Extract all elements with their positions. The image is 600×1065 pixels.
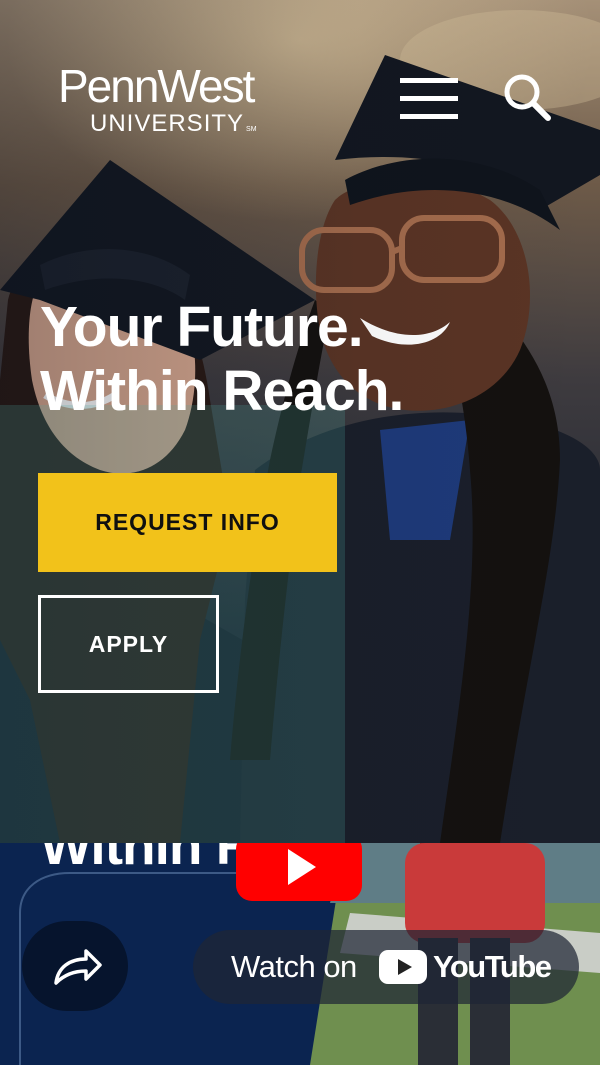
request-info-button[interactable]: REQUEST INFO bbox=[38, 473, 337, 572]
watch-on-label: Watch on bbox=[231, 949, 357, 984]
menu-bar-top bbox=[400, 78, 458, 83]
hero-section: PennWest UNIVERSITY SM Your Future. Withi… bbox=[0, 0, 600, 843]
pennwest-logo[interactable]: PennWest UNIVERSITY SM bbox=[58, 60, 257, 137]
search-icon[interactable] bbox=[502, 72, 552, 122]
menu-bar-bottom bbox=[400, 114, 458, 119]
logo-university-text: UNIVERSITY bbox=[90, 110, 245, 137]
logo-subtitle: UNIVERSITY SM bbox=[90, 111, 257, 143]
menu-bar-middle bbox=[400, 96, 458, 101]
play-icon bbox=[288, 849, 316, 885]
hero-headline: Your Future. Within Reach. bbox=[40, 295, 404, 423]
search-icon-graphic bbox=[504, 74, 551, 121]
logo-service-mark: SM bbox=[246, 126, 257, 133]
share-button[interactable] bbox=[22, 921, 128, 1011]
play-button[interactable] bbox=[236, 843, 362, 901]
share-arrow-icon bbox=[54, 949, 102, 985]
youtube-logo-icon bbox=[379, 950, 427, 984]
headline-line-1: Your Future. bbox=[40, 295, 364, 359]
headline-line-2: Within Reach. bbox=[40, 359, 404, 423]
logo-wordmark: PennWest bbox=[58, 60, 255, 112]
youtube-video-embed[interactable]: Within Re Watch on YouTube bbox=[0, 843, 600, 1065]
apply-button[interactable]: APPLY bbox=[38, 595, 219, 693]
hamburger-menu-icon[interactable] bbox=[398, 76, 460, 120]
watch-on-youtube-button[interactable]: Watch on YouTube bbox=[193, 930, 579, 1004]
youtube-wordmark: YouTube bbox=[433, 949, 552, 984]
